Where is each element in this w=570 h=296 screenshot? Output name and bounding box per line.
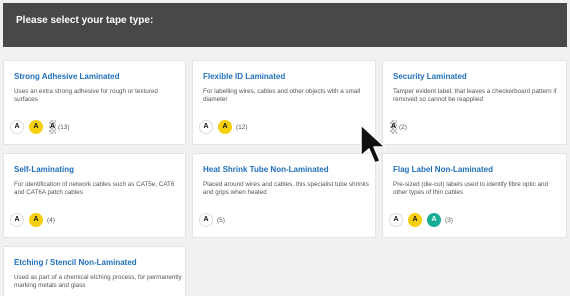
mouse-pointer-icon: [360, 124, 386, 164]
variant-checker-badge[interactable]: A: [49, 120, 56, 134]
variant-list: A A A (3): [389, 213, 453, 227]
variant-teal-badge[interactable]: A: [427, 213, 441, 227]
variant-white-badge[interactable]: A: [199, 213, 213, 227]
card-title[interactable]: Self-Laminating: [14, 165, 74, 174]
variant-count: (13): [58, 123, 70, 131]
variant-yellow-badge[interactable]: A: [218, 120, 232, 134]
tape-card-flag-label[interactable]: Flag Label Non-Laminated Pre-sized (die-…: [382, 153, 567, 238]
page-title: Please select your tape type:: [16, 15, 154, 26]
card-title[interactable]: Flexible ID Laminated: [203, 72, 285, 81]
card-description: For labelling wires, cables and other ob…: [203, 88, 361, 104]
variant-checker-badge[interactable]: A: [390, 120, 397, 134]
variant-count: (12): [236, 123, 248, 131]
page-header: Please select your tape type:: [3, 3, 567, 47]
variant-list: A (2): [389, 120, 407, 134]
variant-yellow-badge[interactable]: A: [29, 213, 43, 227]
variant-count: (5): [217, 216, 225, 224]
variant-count: (2): [399, 123, 407, 131]
variant-count: (3): [445, 216, 453, 224]
card-description: Tamper evident label, that leaves a chec…: [393, 88, 557, 104]
card-title[interactable]: Security Laminated: [393, 72, 467, 81]
card-title[interactable]: Heat Shrink Tube Non-Laminated: [203, 165, 329, 174]
card-description: Used as part of a chemical etching proce…: [14, 274, 182, 290]
card-title[interactable]: Strong Adhesive Laminated: [14, 72, 120, 81]
variant-list: A A (4): [10, 213, 55, 227]
variant-white-badge[interactable]: A: [10, 120, 24, 134]
card-description: Uses an extra strong adhesive for rough …: [14, 88, 158, 104]
card-title[interactable]: Etching / Stencil Non-Laminated: [14, 258, 137, 267]
variant-list: A A A (13): [10, 120, 70, 134]
card-description: For identification of network cables suc…: [14, 181, 175, 197]
card-description: Placed around wires and cables, this spe…: [203, 181, 369, 197]
tape-card-strong-adhesive[interactable]: Strong Adhesive Laminated Uses an extra …: [3, 60, 186, 145]
tape-card-self-laminating[interactable]: Self-Laminating For identification of ne…: [3, 153, 186, 238]
variant-yellow-badge[interactable]: A: [29, 120, 43, 134]
variant-white-badge[interactable]: A: [389, 213, 403, 227]
tape-card-etching-stencil[interactable]: Etching / Stencil Non-Laminated Used as …: [3, 246, 186, 296]
variant-list: A A (12): [199, 120, 248, 134]
variant-count: (4): [47, 216, 55, 224]
variant-yellow-badge[interactable]: A: [408, 213, 422, 227]
variant-list: A (5): [199, 213, 225, 227]
tape-card-heat-shrink[interactable]: Heat Shrink Tube Non-Laminated Placed ar…: [192, 153, 376, 238]
variant-white-badge[interactable]: A: [10, 213, 24, 227]
tape-card-security[interactable]: Security Laminated Tamper evident label,…: [382, 60, 567, 145]
card-description: Pre-sized (die-cut) labels used to ident…: [393, 181, 549, 197]
tape-card-flexible-id[interactable]: Flexible ID Laminated For labelling wire…: [192, 60, 376, 145]
card-title[interactable]: Flag Label Non-Laminated: [393, 165, 493, 174]
variant-white-badge[interactable]: A: [199, 120, 213, 134]
